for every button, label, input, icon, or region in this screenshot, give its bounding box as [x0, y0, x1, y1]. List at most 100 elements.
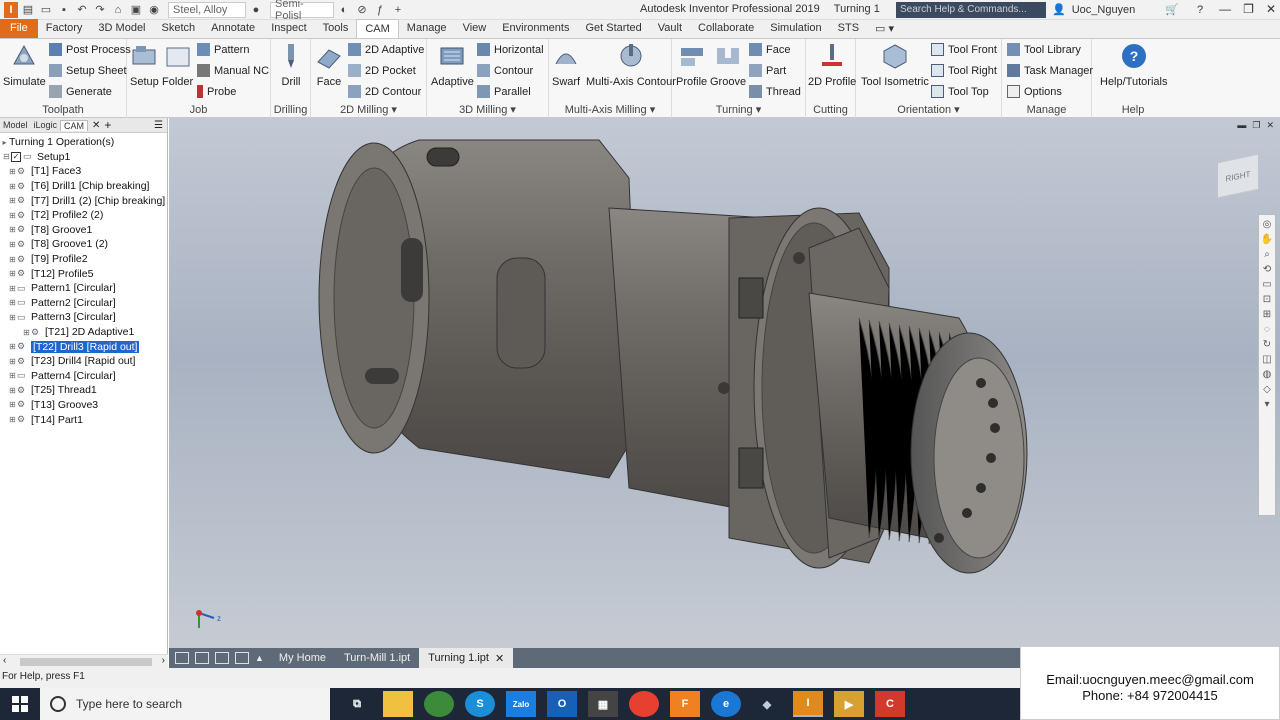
- viewport-close-icon[interactable]: ✕: [1266, 120, 1274, 131]
- tile-icon[interactable]: [175, 652, 189, 664]
- checkbox-icon[interactable]: ✓: [11, 151, 21, 162]
- ribbon-overflow-icon[interactable]: ▭ ▾: [867, 19, 902, 38]
- close-tab-icon[interactable]: ✕: [92, 120, 100, 131]
- center-icon[interactable]: ◇: [1263, 384, 1271, 395]
- tree-item[interactable]: ⊞ ⚙ [T2] Profile2 (2): [0, 208, 167, 223]
- zoom-all-icon[interactable]: ⊞: [1263, 309, 1271, 320]
- tree-item[interactable]: ⊞ ⚙ [T21] 2D Adaptive1: [0, 325, 167, 340]
- fusion-icon[interactable]: F: [670, 691, 700, 717]
- redo-icon[interactable]: ↷: [92, 2, 108, 18]
- appearance-icon[interactable]: ●: [248, 2, 264, 18]
- update-icon[interactable]: ▣: [128, 2, 144, 18]
- tree-item[interactable]: ⊞ ▭ Pattern1 [Circular]: [0, 281, 167, 296]
- horizontal-button[interactable]: Horizontal: [477, 43, 544, 56]
- generate-button[interactable]: Generate: [49, 85, 112, 98]
- help-tutorials-button[interactable]: ? Help/Tutorials: [1100, 42, 1167, 88]
- outlook-icon[interactable]: O: [547, 691, 577, 717]
- tree-item[interactable]: ⊞ ⚙ [T8] Groove1 (2): [0, 237, 167, 252]
- split-icon[interactable]: [235, 652, 249, 664]
- panel-label-turning[interactable]: Turning ▾: [672, 103, 805, 116]
- post-process-button[interactable]: Post Process: [49, 43, 131, 56]
- inventor-taskbar-icon[interactable]: I: [793, 691, 823, 717]
- options-button[interactable]: Options: [1007, 85, 1062, 98]
- docs-menu-icon[interactable]: ▲: [255, 653, 264, 663]
- tab-sts[interactable]: STS: [830, 19, 867, 38]
- setup-sheet-button[interactable]: Setup Sheet: [49, 64, 127, 77]
- 2d-contour-button[interactable]: 2D Contour: [348, 85, 421, 98]
- panel-label-3d-milling[interactable]: 3D Milling ▾: [427, 103, 548, 116]
- tab-sketch[interactable]: Sketch: [154, 19, 204, 38]
- tree-item[interactable]: ⊞ ⚙ [T22] Drill3 [Rapid out]: [0, 339, 167, 354]
- browser-menu-icon[interactable]: ☰: [154, 120, 163, 131]
- tree-item[interactable]: ⊞ ⚙ [T9] Profile2: [0, 252, 167, 267]
- chrome-icon[interactable]: [629, 691, 659, 717]
- expand-icon[interactable]: ⊞: [8, 313, 17, 322]
- tab-ilogic[interactable]: iLogic: [31, 120, 61, 130]
- plus-icon[interactable]: +: [390, 2, 406, 18]
- expand-icon[interactable]: ⊞: [8, 211, 17, 220]
- add-tab-icon[interactable]: +: [104, 118, 111, 132]
- tab-vault[interactable]: Vault: [650, 19, 690, 38]
- app-bird-icon[interactable]: ◆: [752, 691, 782, 717]
- look-at-icon[interactable]: ▭: [1262, 279, 1271, 290]
- cascade-icon[interactable]: [195, 652, 209, 664]
- expand-icon[interactable]: ⊞: [22, 328, 31, 337]
- tree-item[interactable]: ⊞ ⚙ [T1] Face3: [0, 164, 167, 179]
- minimize-icon[interactable]: —: [1219, 2, 1231, 16]
- help-icon[interactable]: ?: [1197, 4, 1203, 16]
- tree-item[interactable]: ⊞ ⚙ [T13] Groove3: [0, 398, 167, 413]
- turning-profile-button[interactable]: Profile: [676, 42, 707, 88]
- expand-icon[interactable]: ⊞: [8, 371, 17, 380]
- walk-icon[interactable]: ◍: [1263, 369, 1272, 380]
- panel-label-multi-axis[interactable]: Multi-Axis Milling ▾: [549, 103, 671, 116]
- maximize-icon[interactable]: ❐: [1243, 2, 1254, 16]
- material-icon[interactable]: ◉: [146, 2, 162, 18]
- tree-item[interactable]: ⊞ ⚙ [T8] Groove1: [0, 223, 167, 238]
- tab-view[interactable]: View: [455, 19, 495, 38]
- tab-collaborate[interactable]: Collaborate: [690, 19, 762, 38]
- probe-button[interactable]: Probe: [197, 85, 236, 98]
- expand-icon[interactable]: ⊞: [8, 269, 17, 278]
- taskbar-search[interactable]: Type here to search: [40, 688, 330, 720]
- edge-icon[interactable]: e: [711, 691, 741, 717]
- adaptive-button[interactable]: Adaptive: [431, 42, 474, 88]
- tree-setup[interactable]: ⊟ ✓ ▭ Setup1: [0, 150, 167, 165]
- expand-icon[interactable]: ⊞: [8, 298, 17, 307]
- simulate-button[interactable]: Simulate: [3, 42, 46, 88]
- clear-icon[interactable]: ⊘: [354, 2, 370, 18]
- parallel-button[interactable]: Parallel: [477, 85, 531, 98]
- tab-annotate[interactable]: Annotate: [203, 19, 263, 38]
- material-dropdown[interactable]: Steel, Alloy: [168, 1, 246, 18]
- expand-icon[interactable]: ⊞: [8, 240, 17, 249]
- tool-right-button[interactable]: Tool Right: [931, 64, 997, 77]
- manual-nc-button[interactable]: Manual NC: [197, 64, 269, 77]
- tree-item[interactable]: ⊞ ⚙ [T12] Profile5: [0, 266, 167, 281]
- tab-manage[interactable]: Manage: [399, 19, 455, 38]
- tab-tools[interactable]: Tools: [315, 19, 357, 38]
- scroll-right-icon[interactable]: ›: [162, 655, 165, 666]
- viewport-restore-icon[interactable]: ❐: [1252, 120, 1260, 131]
- expand-icon[interactable]: ⊞: [8, 196, 17, 205]
- tab-simulation[interactable]: Simulation: [762, 19, 829, 38]
- panel-label-2d-milling[interactable]: 2D Milling ▾: [311, 103, 426, 116]
- zalo-icon[interactable]: Zalo: [506, 691, 536, 717]
- task-view-icon[interactable]: ⧉: [342, 691, 372, 717]
- zoom-window-icon[interactable]: ⊡: [1263, 294, 1271, 305]
- expand-icon[interactable]: ⊞: [8, 182, 17, 191]
- constrained-orbit-icon[interactable]: ↻: [1263, 339, 1271, 350]
- close-doc-icon[interactable]: ✕: [495, 652, 504, 665]
- navbar-menu-icon[interactable]: ▾: [1264, 399, 1269, 410]
- tab-3d-model[interactable]: 3D Model: [90, 19, 153, 38]
- doc-tab-my-home[interactable]: My Home: [270, 648, 335, 668]
- folder-button[interactable]: Folder: [162, 42, 193, 88]
- expand-icon[interactable]: ⊞: [8, 342, 17, 351]
- collapse-icon[interactable]: ▸: [0, 138, 9, 147]
- tab-model[interactable]: Model: [0, 120, 31, 130]
- tool-front-button[interactable]: Tool Front: [931, 43, 997, 56]
- tree-item[interactable]: ⊞ ⚙ [T14] Part1: [0, 412, 167, 427]
- tool-top-button[interactable]: Tool Top: [931, 85, 989, 98]
- help-search-input[interactable]: Search Help & Commands...: [896, 2, 1046, 18]
- turning-groove-button[interactable]: Groove: [710, 42, 746, 88]
- free-orbit-icon[interactable]: ◌: [1264, 324, 1270, 335]
- app-green-icon[interactable]: [424, 691, 454, 717]
